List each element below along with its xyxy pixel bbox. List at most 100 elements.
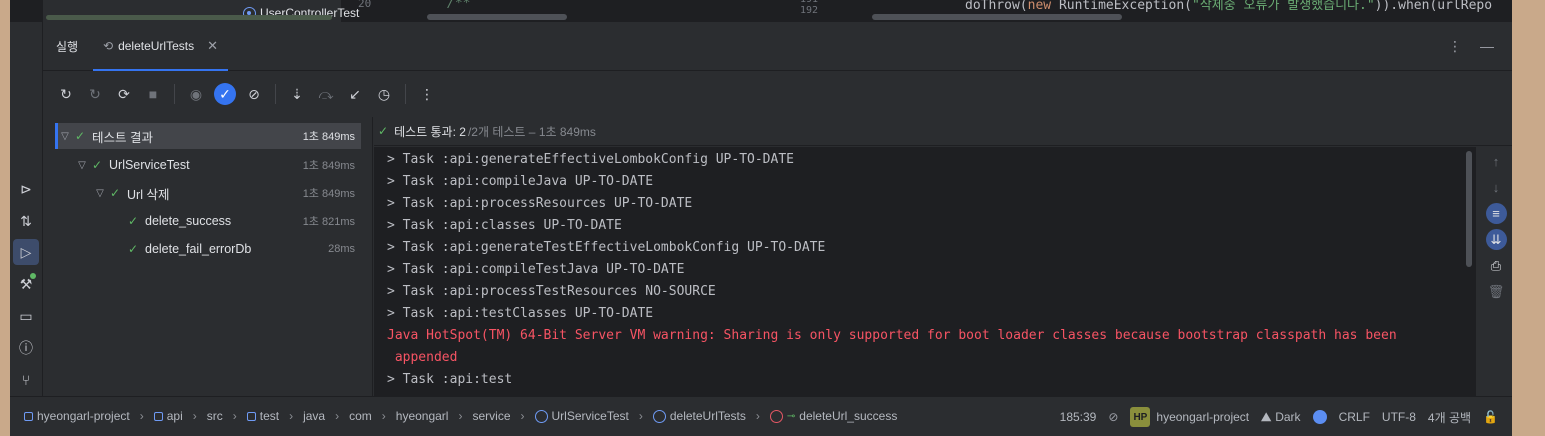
run-icon[interactable]: ▷: [13, 239, 39, 265]
chevron-right-icon: ›: [755, 409, 760, 423]
test-class-icon: [534, 409, 548, 423]
status-prefix: 테스트 통과:: [394, 124, 456, 139]
tree-item-test-results[interactable]: ▽ ✓ 테스트 결과 1초 849ms: [55, 123, 361, 149]
rerun-icon[interactable]: ↻: [55, 83, 77, 105]
breadcrumb-api[interactable]: api: [153, 409, 183, 423]
terminal-icon[interactable]: ▭: [13, 303, 39, 329]
chevron-down-icon[interactable]: ▽: [93, 188, 107, 199]
sort-alphabetically-icon[interactable]: ⇣: [286, 83, 308, 105]
arrow-down-icon[interactable]: ↓: [1486, 177, 1507, 198]
toggle-auto-test-icon[interactable]: ⟳: [113, 83, 135, 105]
show-ignored-icon[interactable]: ◉: [185, 83, 207, 105]
console-line: > Task :api:processResources UP-TO-DATE: [387, 196, 693, 211]
test-status-bar: ✓ 테스트 통과: 2 /2개 테스트 – 1초 849ms: [374, 117, 1512, 146]
editor-right-scrollbar[interactable]: [872, 14, 1122, 20]
close-icon[interactable]: ✕: [207, 38, 218, 54]
services-icon[interactable]: ⊳: [13, 176, 39, 202]
breadcrumb-test[interactable]: test: [246, 409, 280, 423]
project-badge: HP: [1130, 407, 1151, 427]
tree-item-label: 테스트 결과: [92, 130, 153, 145]
chevron-down-icon[interactable]: ▽: [58, 131, 72, 142]
chevron-right-icon: ›: [139, 409, 144, 423]
print-icon[interactable]: ⎙: [1486, 255, 1507, 276]
console-line: > Task :api:classes UP-TO-DATE: [387, 218, 622, 233]
method-icon: [769, 409, 783, 423]
read-only-icon[interactable]: ⊘: [1108, 410, 1118, 424]
theme-label: Dark: [1275, 410, 1301, 424]
line-separator[interactable]: CRLF: [1339, 410, 1370, 424]
show-passed-icon[interactable]: ✓: [214, 83, 236, 105]
trash-icon[interactable]: 🗑: [1486, 281, 1507, 302]
breadcrumb-urlservicetest[interactable]: UrlServiceTest: [534, 409, 629, 423]
folder-icon: [246, 411, 256, 421]
tree-item-label: delete_fail_errorDb: [145, 242, 252, 256]
chevron-down-icon[interactable]: ▽: [75, 160, 89, 171]
breadcrumb: hyeongarl-project › api › src › test › java ›…: [24, 409, 897, 423]
tree-item-urlservicetest[interactable]: ▽ ✓ UrlServiceTest 1초 849ms: [55, 152, 361, 178]
breadcrumb-deleteurltests[interactable]: deleteUrlTests: [652, 409, 746, 423]
pull-requests-icon[interactable]: ⇅: [13, 208, 39, 234]
show-ignored-toggle-icon[interactable]: ⊘: [243, 83, 265, 105]
breadcrumb-hyeongarl[interactable]: hyeongarl: [396, 409, 449, 423]
problems-icon[interactable]: ⓘ: [13, 335, 39, 361]
scroll-to-end-icon[interactable]: ⇊: [1485, 229, 1507, 250]
passed-icon: ✓: [74, 129, 86, 143]
toolbar-divider: [275, 84, 276, 104]
breadcrumb-src[interactable]: src: [207, 409, 223, 423]
collapse-all-icon[interactable]: ↙: [344, 83, 366, 105]
run-panel-header: 실행 ⟲ deleteUrlTests ✕ ⋮ —: [43, 22, 1512, 71]
theme-selector[interactable]: ⛰ Dark: [1261, 410, 1300, 425]
breadcrumb-label: java: [303, 409, 326, 423]
editor-left-scrollbar[interactable]: [427, 14, 567, 20]
tool-window-strip: ⊳ ⇅ ▷ ⚒ ▭ ⓘ ⑂: [10, 22, 43, 396]
project-name[interactable]: hyeongarl-project: [1156, 410, 1249, 424]
tree-item-label: delete_success: [145, 214, 232, 228]
console-actions: ↑ ↓ ≡ ⇊ ⎙ 🗑: [1480, 147, 1512, 396]
tree-item-duration: 1초 849ms: [302, 131, 355, 143]
more-options-icon[interactable]: ⋮: [1448, 38, 1462, 55]
console-scrollbar[interactable]: [1466, 151, 1472, 267]
more-actions-icon[interactable]: ⋮: [416, 83, 438, 105]
console-output[interactable]: > Task :api:generateEffectiveLombokConfi…: [374, 147, 1476, 396]
tree-item-delete-success[interactable]: ✓ delete_success 1초 821ms: [55, 208, 361, 234]
tree-item-delete-fail-errordb[interactable]: ✓ delete_fail_errorDb 28ms: [55, 236, 361, 262]
arrow-up-icon[interactable]: ↑: [1486, 151, 1507, 172]
console-warning-line: Java HotSpot(TM) 64-Bit Server VM warnin…: [387, 328, 1397, 343]
editor-code-right[interactable]: doThrow(new RuntimeException("삭제중 오류가 발생…: [965, 0, 1492, 13]
sort-by-duration-icon[interactable]: ⤼: [315, 83, 337, 105]
tab-deleteurltests[interactable]: ⟲ deleteUrlTests ✕: [93, 22, 228, 71]
toolbar-divider: [174, 84, 175, 104]
breadcrumb-java[interactable]: java: [303, 409, 325, 423]
caret-position[interactable]: 185:39: [1060, 410, 1097, 424]
indicator-dot[interactable]: [1312, 410, 1327, 424]
lock-icon[interactable]: 🔓: [1483, 410, 1498, 424]
breadcrumb-deleteurl-success[interactable]: ⊸ deleteUrl_success: [769, 409, 897, 423]
build-icon[interactable]: ⚒: [13, 271, 39, 297]
test-run-icon: ⟲: [103, 38, 114, 53]
code-token: doThrow(: [965, 0, 1028, 13]
code-token: )).when(urlRepo: [1374, 0, 1493, 13]
tab-run[interactable]: 실행: [56, 22, 78, 71]
breadcrumb-label: test: [259, 409, 280, 423]
file-encoding[interactable]: UTF-8: [1382, 410, 1416, 424]
soft-wrap-icon[interactable]: ≡: [1485, 203, 1507, 224]
minimize-icon[interactable]: —: [1480, 38, 1494, 55]
test-history-icon[interactable]: ◷: [373, 83, 395, 105]
test-results-tree: ▽ ✓ 테스트 결과 1초 849ms ▽ ✓ UrlServiceTest 1…: [43, 117, 373, 396]
tree-item-url-delete[interactable]: ▽ ✓ Url 삭제 1초 849ms: [55, 180, 361, 206]
theme-icon: ⛰: [1261, 409, 1272, 424]
chevron-right-icon: ›: [381, 409, 386, 423]
chevron-right-icon: ›: [458, 409, 463, 423]
toolbar-divider: [405, 84, 406, 104]
rerun-failed-icon[interactable]: ↻: [84, 83, 106, 105]
passed-icon: ✓: [127, 242, 139, 256]
breadcrumb-com[interactable]: com: [349, 409, 372, 423]
indent-setting[interactable]: 4개 공백: [1428, 409, 1471, 426]
breadcrumb-service[interactable]: service: [472, 409, 510, 423]
build-status-dot: [30, 273, 36, 279]
git-icon[interactable]: ⑂: [13, 367, 39, 393]
breadcrumb-project[interactable]: hyeongarl-project: [24, 409, 130, 423]
stop-icon[interactable]: ■: [142, 83, 164, 105]
project-scrollbar[interactable]: [46, 15, 332, 20]
project-tree-fragment: UserControllerTest: [43, 0, 359, 22]
